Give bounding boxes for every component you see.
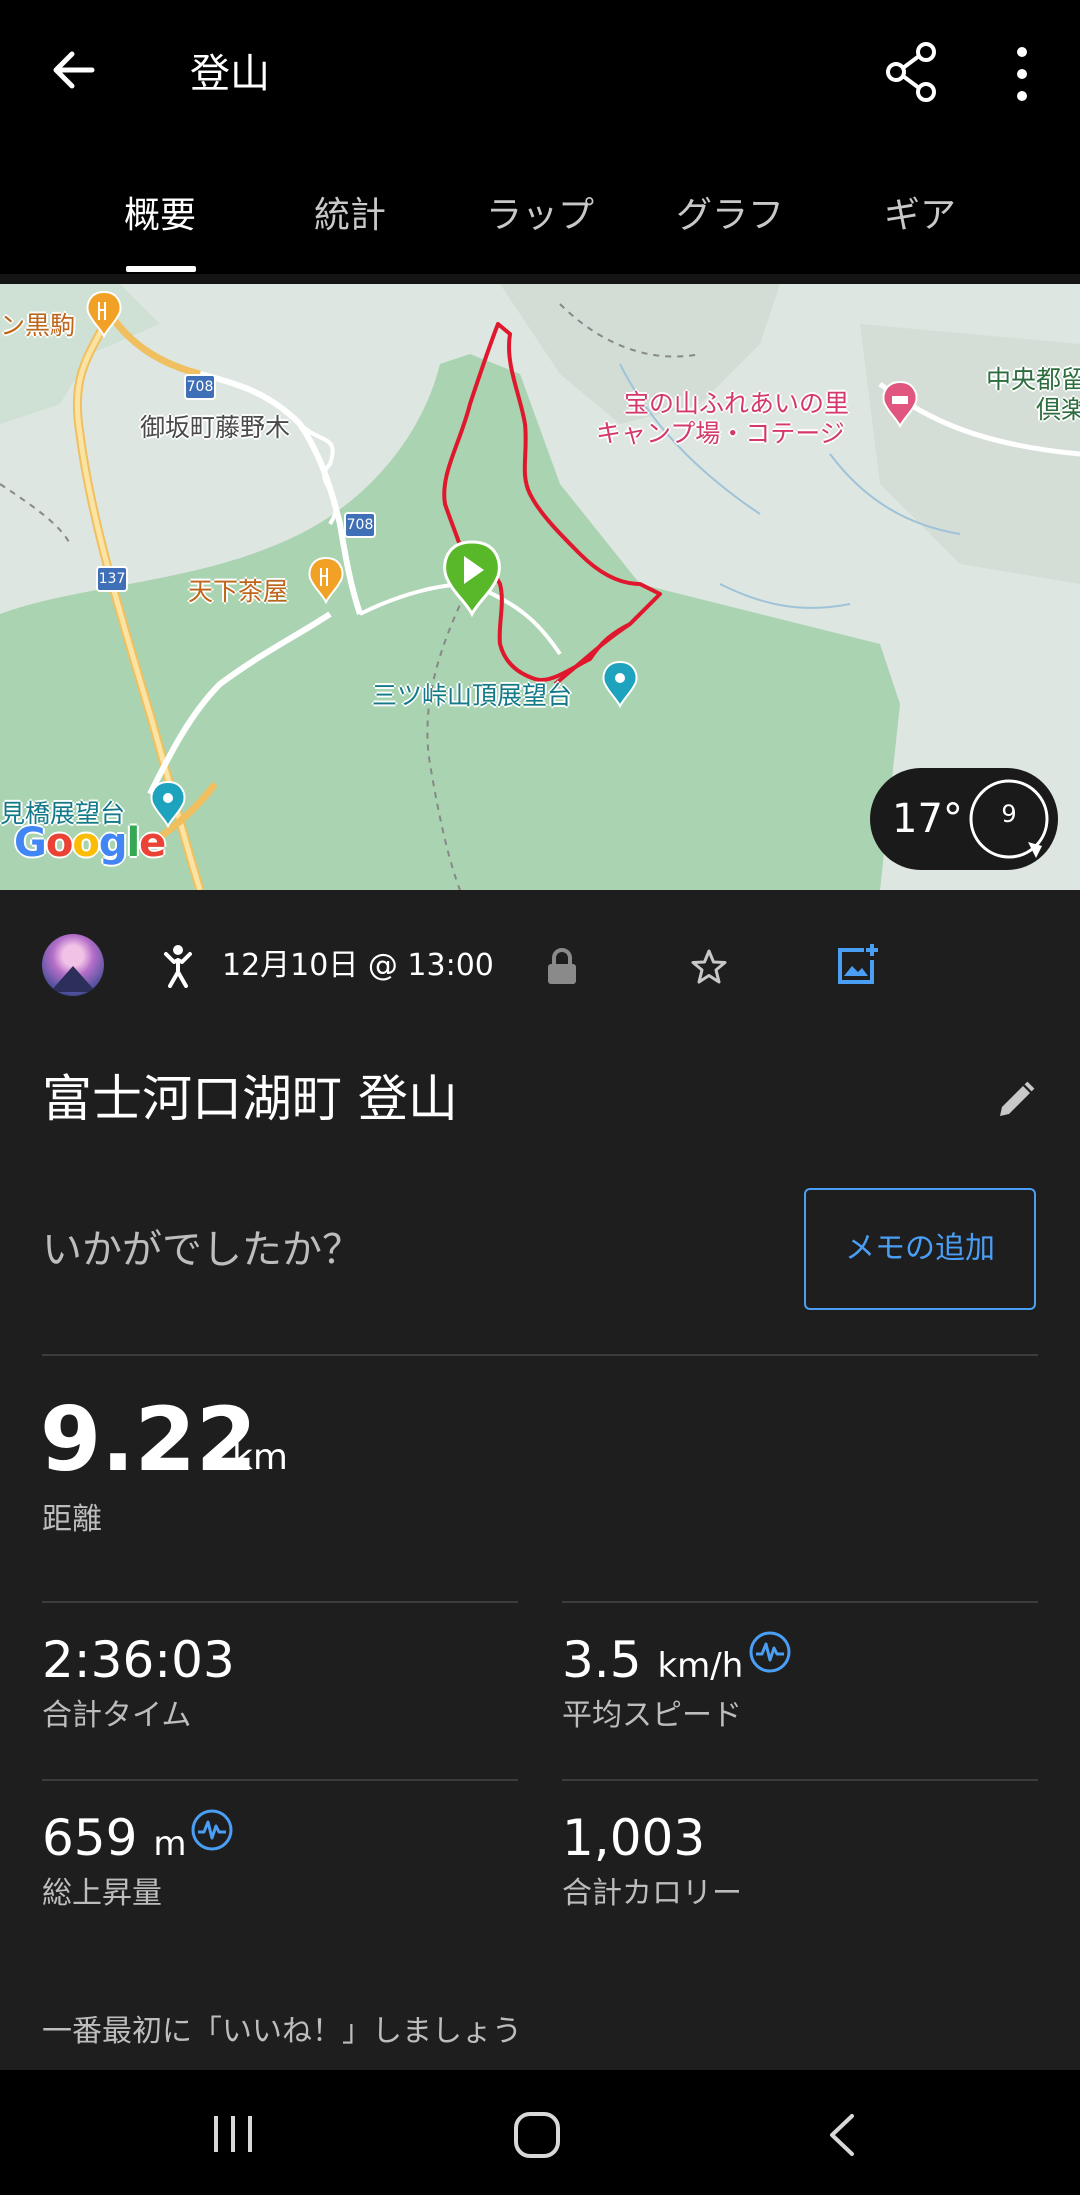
tab-bar-divider [0,274,1080,284]
activity-name: 富士河口湖町 登山 [42,1070,458,1128]
avatar-mountain-shape [50,966,96,992]
tab-bar: 概要 統計 ラップ グラフ ギア [0,150,1080,274]
map-label-mitsutoge: 三ツ峠山頂展望台 [372,681,573,710]
route-map[interactable]: ン黒駒 御坂町藤野木 天下茶屋 宝の山ふれあいの里 キャンプ場・コテージ 中央都… [0,284,1080,890]
distance-unit: km [232,1437,288,1478]
share-icon[interactable] [882,40,942,104]
avg-speed-label: 平均スピード [562,1698,742,1733]
more-options-icon[interactable] [1002,44,1042,104]
activity-detail-screen: 登山 概要 統計 ラップ グラフ ギア ン黒駒 御坂町藤野木 天下茶屋 宝の山ふ… [0,0,1080,2195]
star-icon[interactable] [690,948,728,986]
elevation-gain-unit: m [153,1824,187,1864]
elevation-gain-value: 659 [42,1809,138,1867]
add-memo-button[interactable]: メモの追加 [804,1188,1036,1310]
calories-label: 合計カロリー [562,1876,742,1911]
route-badge-137: 137 [96,566,128,592]
page-title: 登山 [190,51,270,97]
sensor-data-icon[interactable] [190,1808,234,1852]
map-label-chuo-line2: 倶楽 [1036,395,1080,424]
map-label-tenkachaya: 天下茶屋 [188,577,289,606]
back-nav-icon[interactable] [822,2110,862,2160]
divider [562,1779,1038,1781]
tab-stats[interactable]: 統計 [300,186,400,246]
calories-value: 1,003 [562,1809,706,1867]
divider [42,1779,518,1781]
like-prompt[interactable]: 一番最初に「いいね！」しましょう [42,2012,522,2052]
app-bar: 登山 [0,0,1080,150]
elevation-gain-stat: 659 m [42,1806,186,1876]
google-logo: Google [14,820,166,866]
elevation-gain-label: 総上昇量 [42,1876,162,1911]
map-label-misaka-fujinoki: 御坂町藤野木 [140,413,291,442]
map-label-camp-line2: キャンプ場・コテージ [596,419,845,448]
tab-laps[interactable]: ラップ [470,186,610,246]
edit-pencil-icon[interactable] [996,1080,1036,1120]
active-tab-indicator [126,266,196,272]
avatar[interactable] [42,934,104,996]
activity-date: 12月10日 @ 13:00 [222,948,494,983]
weather-indicator: 17° 9 [870,768,1058,870]
divider [42,1354,1038,1356]
tab-overview[interactable]: 概要 [110,186,210,246]
temperature-text: 17° [892,796,963,842]
wind-direction-icon: 9 [966,776,1052,862]
total-time-label: 合計タイム [42,1698,192,1733]
avg-speed-value: 3.5 [562,1631,642,1689]
route-badge-708-b: 708 [344,512,376,538]
distance-value: 9.22 [40,1388,258,1491]
home-icon[interactable] [512,2110,562,2160]
avg-speed-unit: km/h [657,1646,744,1686]
map-label-kurokoma: ン黒駒 [0,311,76,340]
sensor-data-icon[interactable] [748,1630,792,1674]
distance-label: 距離 [42,1502,102,1537]
lock-icon[interactable] [546,946,578,986]
wind-speed-text: 9 [1001,800,1017,828]
memo-prompt: いかがでしたか？ [42,1227,362,1273]
tab-gear[interactable]: ギア [860,186,980,246]
route-badge-708-a: 708 [184,374,216,400]
total-time-value: 2:36:03 [42,1631,235,1689]
hiking-activity-icon [164,945,192,988]
add-photo-icon[interactable] [836,942,880,986]
divider [562,1601,1038,1603]
tab-graph[interactable]: グラフ [660,186,800,246]
divider [42,1601,518,1603]
avg-speed-stat: 3.5 km/h [562,1628,743,1698]
system-navigation-bar [0,2070,1080,2195]
back-arrow-icon[interactable] [44,40,104,100]
recent-apps-icon[interactable] [210,2112,256,2156]
